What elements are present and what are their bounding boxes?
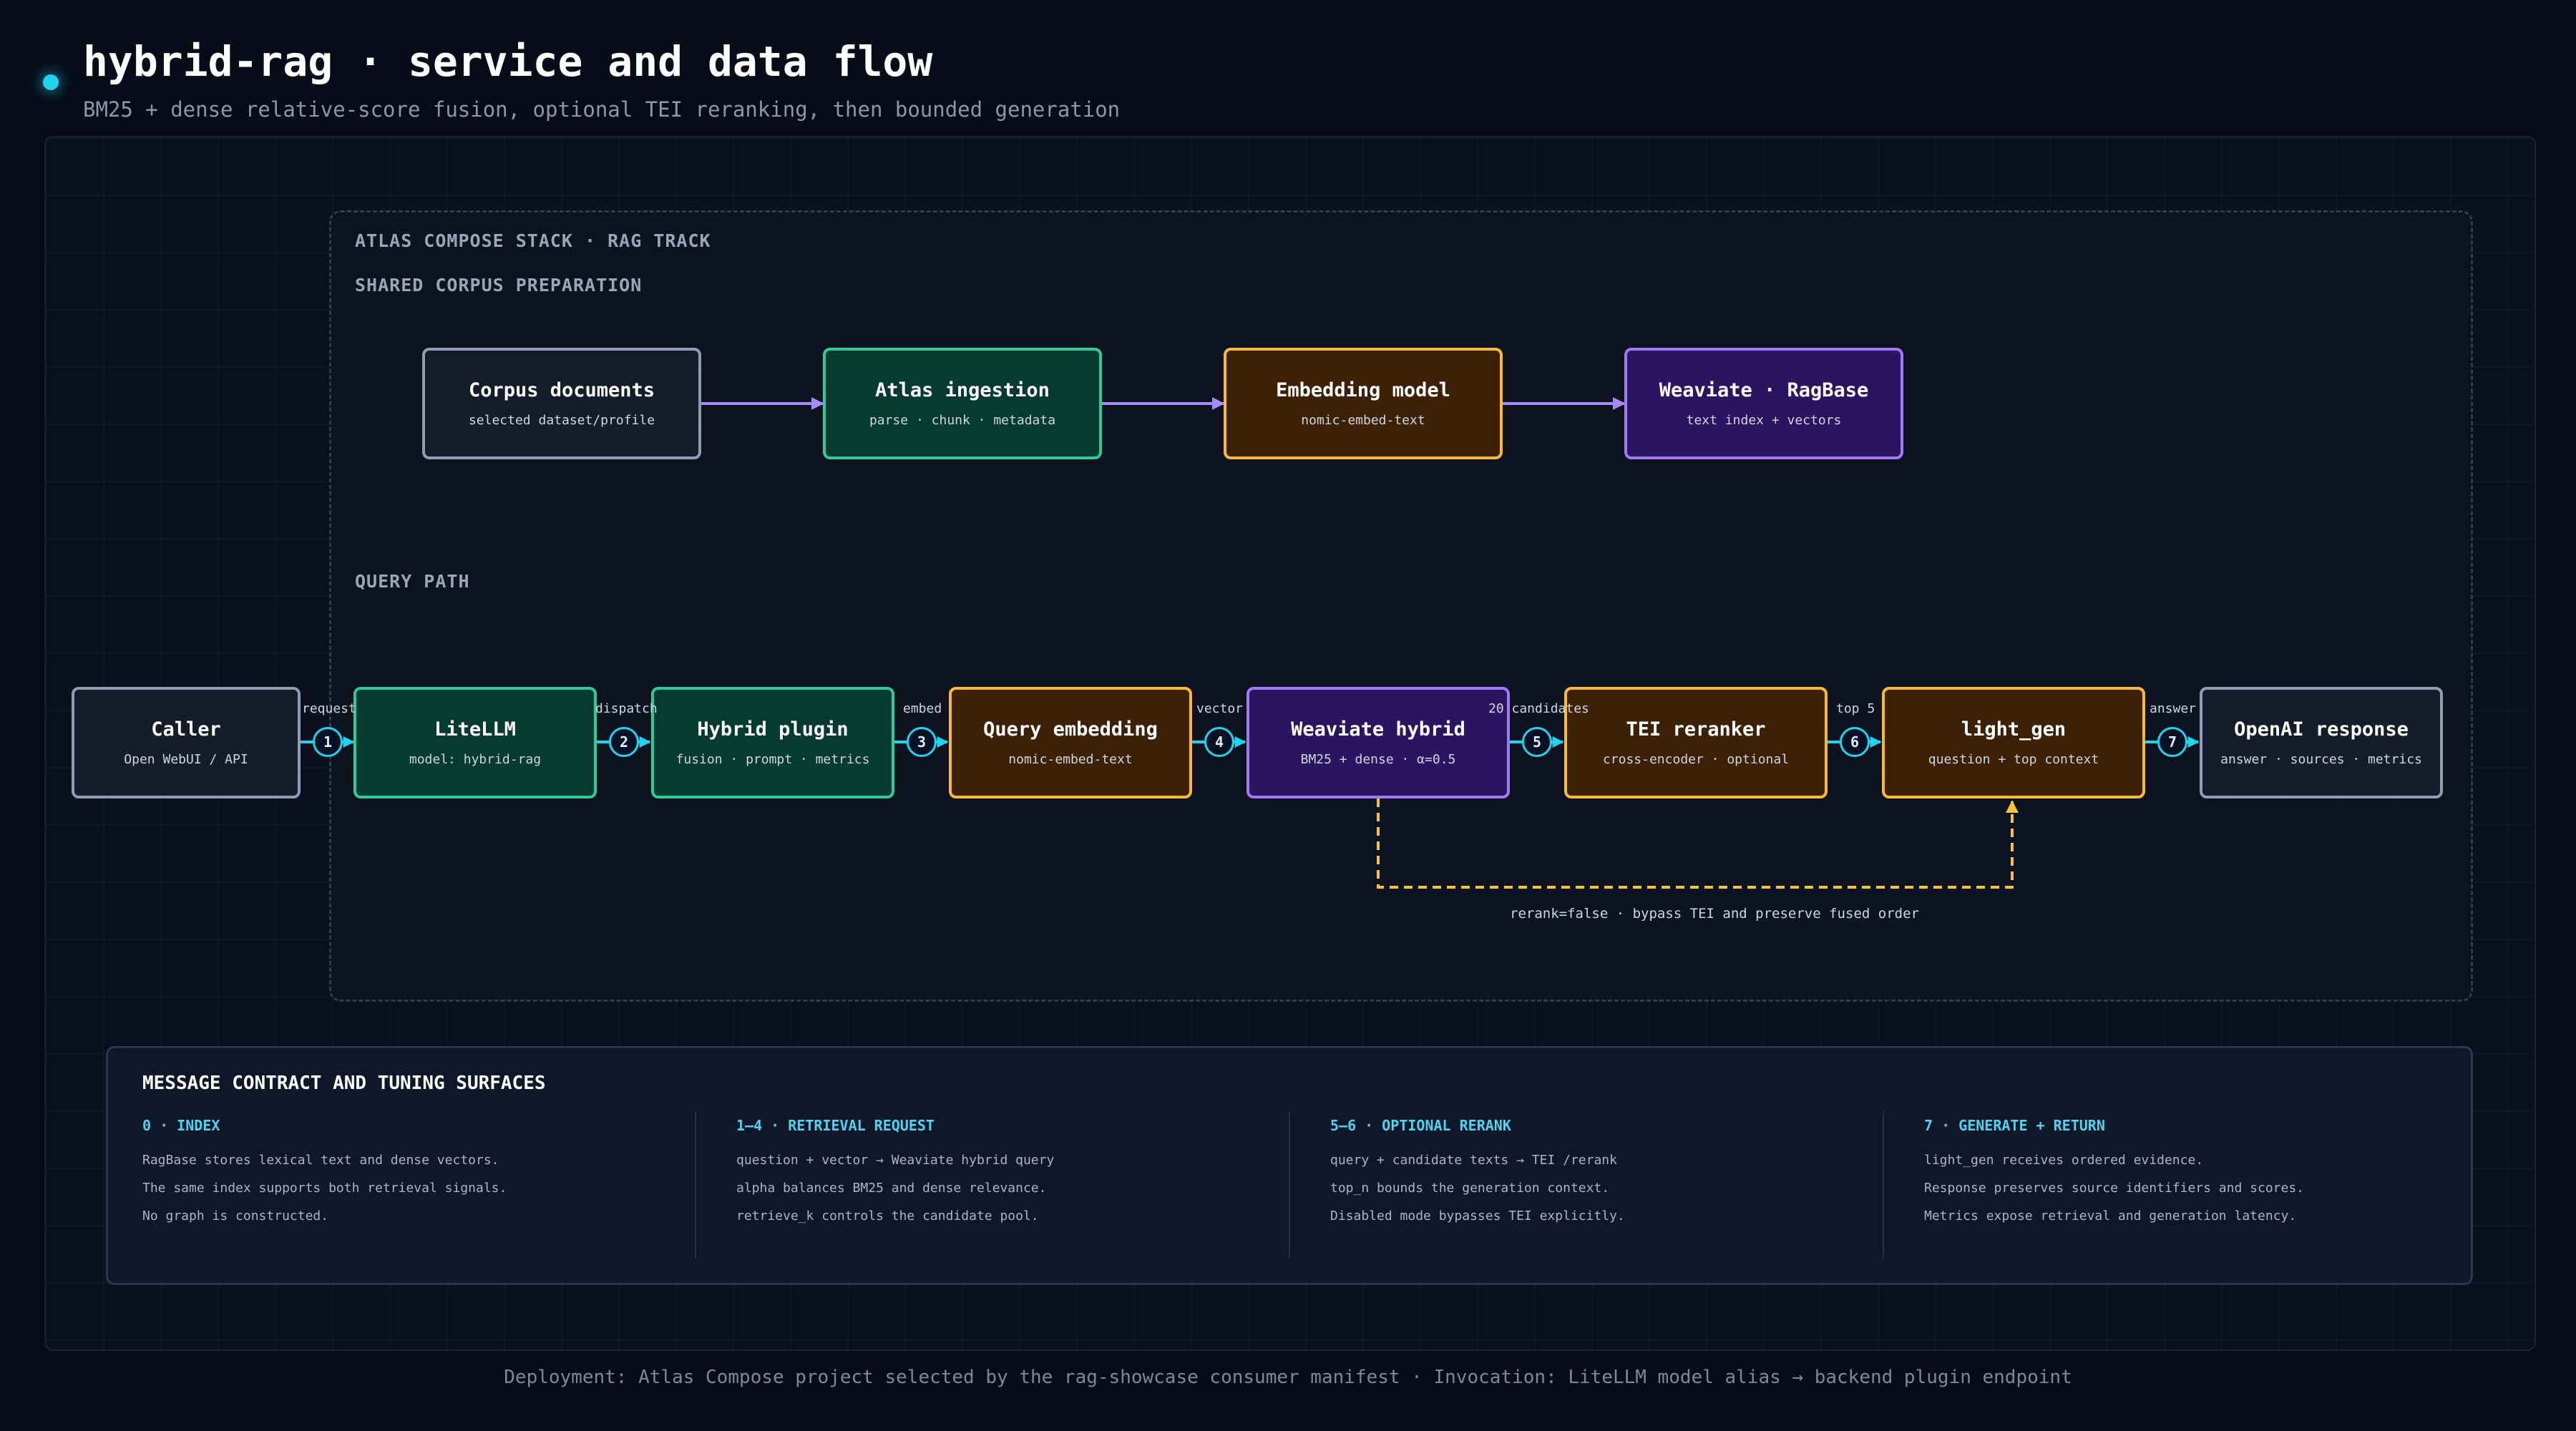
contract-col-retrieval: 1–4 · RETRIEVAL REQUEST question + vecto… bbox=[736, 1117, 1280, 1224]
node-name: light_gen bbox=[1961, 718, 2067, 741]
node-litellm: LiteLLM model: hybrid-rag bbox=[353, 687, 597, 798]
node-name: LiteLLM bbox=[434, 718, 516, 741]
node-name: Embedding model bbox=[1276, 379, 1450, 401]
step-badge-1: 1 bbox=[313, 727, 343, 757]
node-caller: Caller Open WebUI / API bbox=[72, 687, 301, 798]
contract-col-line: RagBase stores lexical text and dense ve… bbox=[142, 1153, 499, 1168]
node-openai-response: OpenAI response answer · sources · metri… bbox=[2200, 687, 2443, 798]
contract-divider bbox=[1883, 1111, 1884, 1259]
node-hybrid-plugin: Hybrid plugin fusion · prompt · metrics bbox=[651, 687, 894, 798]
edge-label-top5: top 5 bbox=[1836, 701, 1875, 716]
node-atlas-ingestion: Atlas ingestion parse · chunk · metadata bbox=[823, 348, 1102, 459]
bypass-path bbox=[1377, 798, 2019, 889]
node-name: Weaviate hybrid bbox=[1291, 718, 1465, 741]
step-badge-3: 3 bbox=[907, 727, 937, 757]
node-desc: nomic-embed-text bbox=[1008, 752, 1133, 767]
node-light-gen: light_gen question + top context bbox=[1882, 687, 2145, 798]
node-name: Caller bbox=[151, 718, 221, 741]
contract-col-line: Response preserves source identifiers an… bbox=[1924, 1181, 2305, 1196]
node-name: Hybrid plugin bbox=[697, 718, 849, 741]
node-tei-reranker: TEI reranker cross-encoder · optional bbox=[1564, 687, 1828, 798]
message-contract-panel: MESSAGE CONTRACT AND TUNING SURFACES 0 ·… bbox=[106, 1046, 2473, 1285]
edge-label-answer: answer bbox=[2150, 701, 2197, 716]
contract-divider bbox=[695, 1111, 696, 1259]
contract-col-line: light_gen receives ordered evidence. bbox=[1924, 1153, 2204, 1168]
contract-col-rerank: 5–6 · OPTIONAL RERANK query + candidate … bbox=[1330, 1117, 1874, 1224]
contract-divider bbox=[1289, 1111, 1290, 1259]
edge-label-request: request bbox=[302, 701, 356, 716]
node-name: Weaviate · RagBase bbox=[1659, 379, 1869, 401]
step-badge-5: 5 bbox=[1522, 727, 1552, 757]
node-desc: nomic-embed-text bbox=[1301, 413, 1425, 428]
contract-col-heading: 5–6 · OPTIONAL RERANK bbox=[1330, 1117, 1511, 1134]
node-desc: model: hybrid-rag bbox=[409, 752, 542, 767]
bypass-label: rerank=false · bypass TEI and preserve f… bbox=[1510, 906, 1919, 922]
contract-col-line: Metrics expose retrieval and generation … bbox=[1924, 1208, 2297, 1224]
edge-label-dispatch: dispatch bbox=[595, 701, 658, 716]
node-name: Corpus documents bbox=[468, 379, 655, 401]
contract-col-line: alpha balances BM25 and dense relevance. bbox=[736, 1181, 1047, 1196]
edge-label-vector: vector bbox=[1196, 701, 1244, 716]
deployment-footer: Deployment: Atlas Compose project select… bbox=[504, 1367, 2072, 1388]
node-desc: cross-encoder · optional bbox=[1602, 752, 1790, 767]
contract-col-line: The same index supports both retrieval s… bbox=[142, 1181, 507, 1196]
node-name: OpenAI response bbox=[2234, 718, 2409, 741]
node-query-embedding: Query embedding nomic-embed-text bbox=[949, 687, 1192, 798]
contract-col-line: question + vector → Weaviate hybrid quer… bbox=[736, 1153, 1055, 1168]
node-desc: BM25 + dense · α=0.5 bbox=[1300, 752, 1456, 767]
node-name: Atlas ingestion bbox=[875, 379, 1050, 401]
contract-col-line: retrieve_k controls the candidate pool. bbox=[736, 1208, 1039, 1224]
step-badge-7: 7 bbox=[2157, 727, 2187, 757]
edge-label-candidates: 20 candidates bbox=[1488, 701, 1589, 716]
node-weaviate-ragbase: Weaviate · RagBase text index + vectors bbox=[1624, 348, 1903, 459]
node-desc: text index + vectors bbox=[1686, 413, 1842, 428]
contract-col-heading: 1–4 · RETRIEVAL REQUEST bbox=[736, 1117, 935, 1134]
node-corpus-documents: Corpus documents selected dataset/profil… bbox=[422, 348, 701, 459]
node-desc: fusion · prompt · metrics bbox=[675, 752, 870, 767]
node-desc: selected dataset/profile bbox=[468, 413, 655, 428]
step-badge-4: 4 bbox=[1204, 727, 1234, 757]
contract-col-heading: 7 · GENERATE + RETURN bbox=[1924, 1117, 2105, 1134]
node-name: TEI reranker bbox=[1626, 718, 1766, 741]
contract-col-line: top_n bounds the generation context. bbox=[1330, 1181, 1610, 1196]
node-desc: answer · sources · metrics bbox=[2220, 752, 2422, 767]
contract-col-index: 0 · INDEX RagBase stores lexical text an… bbox=[142, 1117, 686, 1224]
step-badge-2: 2 bbox=[609, 727, 639, 757]
contract-col-line: Disabled mode bypasses TEI explicitly. bbox=[1330, 1208, 1625, 1224]
node-desc: parse · chunk · metadata bbox=[869, 413, 1056, 428]
contract-col-line: No graph is constructed. bbox=[142, 1208, 329, 1224]
step-badge-6: 6 bbox=[1840, 727, 1870, 757]
node-weaviate-hybrid: Weaviate hybrid BM25 + dense · α=0.5 bbox=[1246, 687, 1510, 798]
contract-col-heading: 0 · INDEX bbox=[142, 1117, 220, 1134]
contract-title: MESSAGE CONTRACT AND TUNING SURFACES bbox=[142, 1073, 546, 1094]
contract-col-generate: 7 · GENERATE + RETURN light_gen receives… bbox=[1924, 1117, 2468, 1224]
node-desc: question + top context bbox=[1928, 752, 2099, 767]
node-name: Query embedding bbox=[983, 718, 1158, 741]
node-embedding-model: Embedding model nomic-embed-text bbox=[1224, 348, 1503, 459]
contract-col-line: query + candidate texts → TEI /rerank bbox=[1330, 1153, 1617, 1168]
node-desc: Open WebUI / API bbox=[124, 752, 248, 767]
edge-label-embed: embed bbox=[903, 701, 942, 716]
